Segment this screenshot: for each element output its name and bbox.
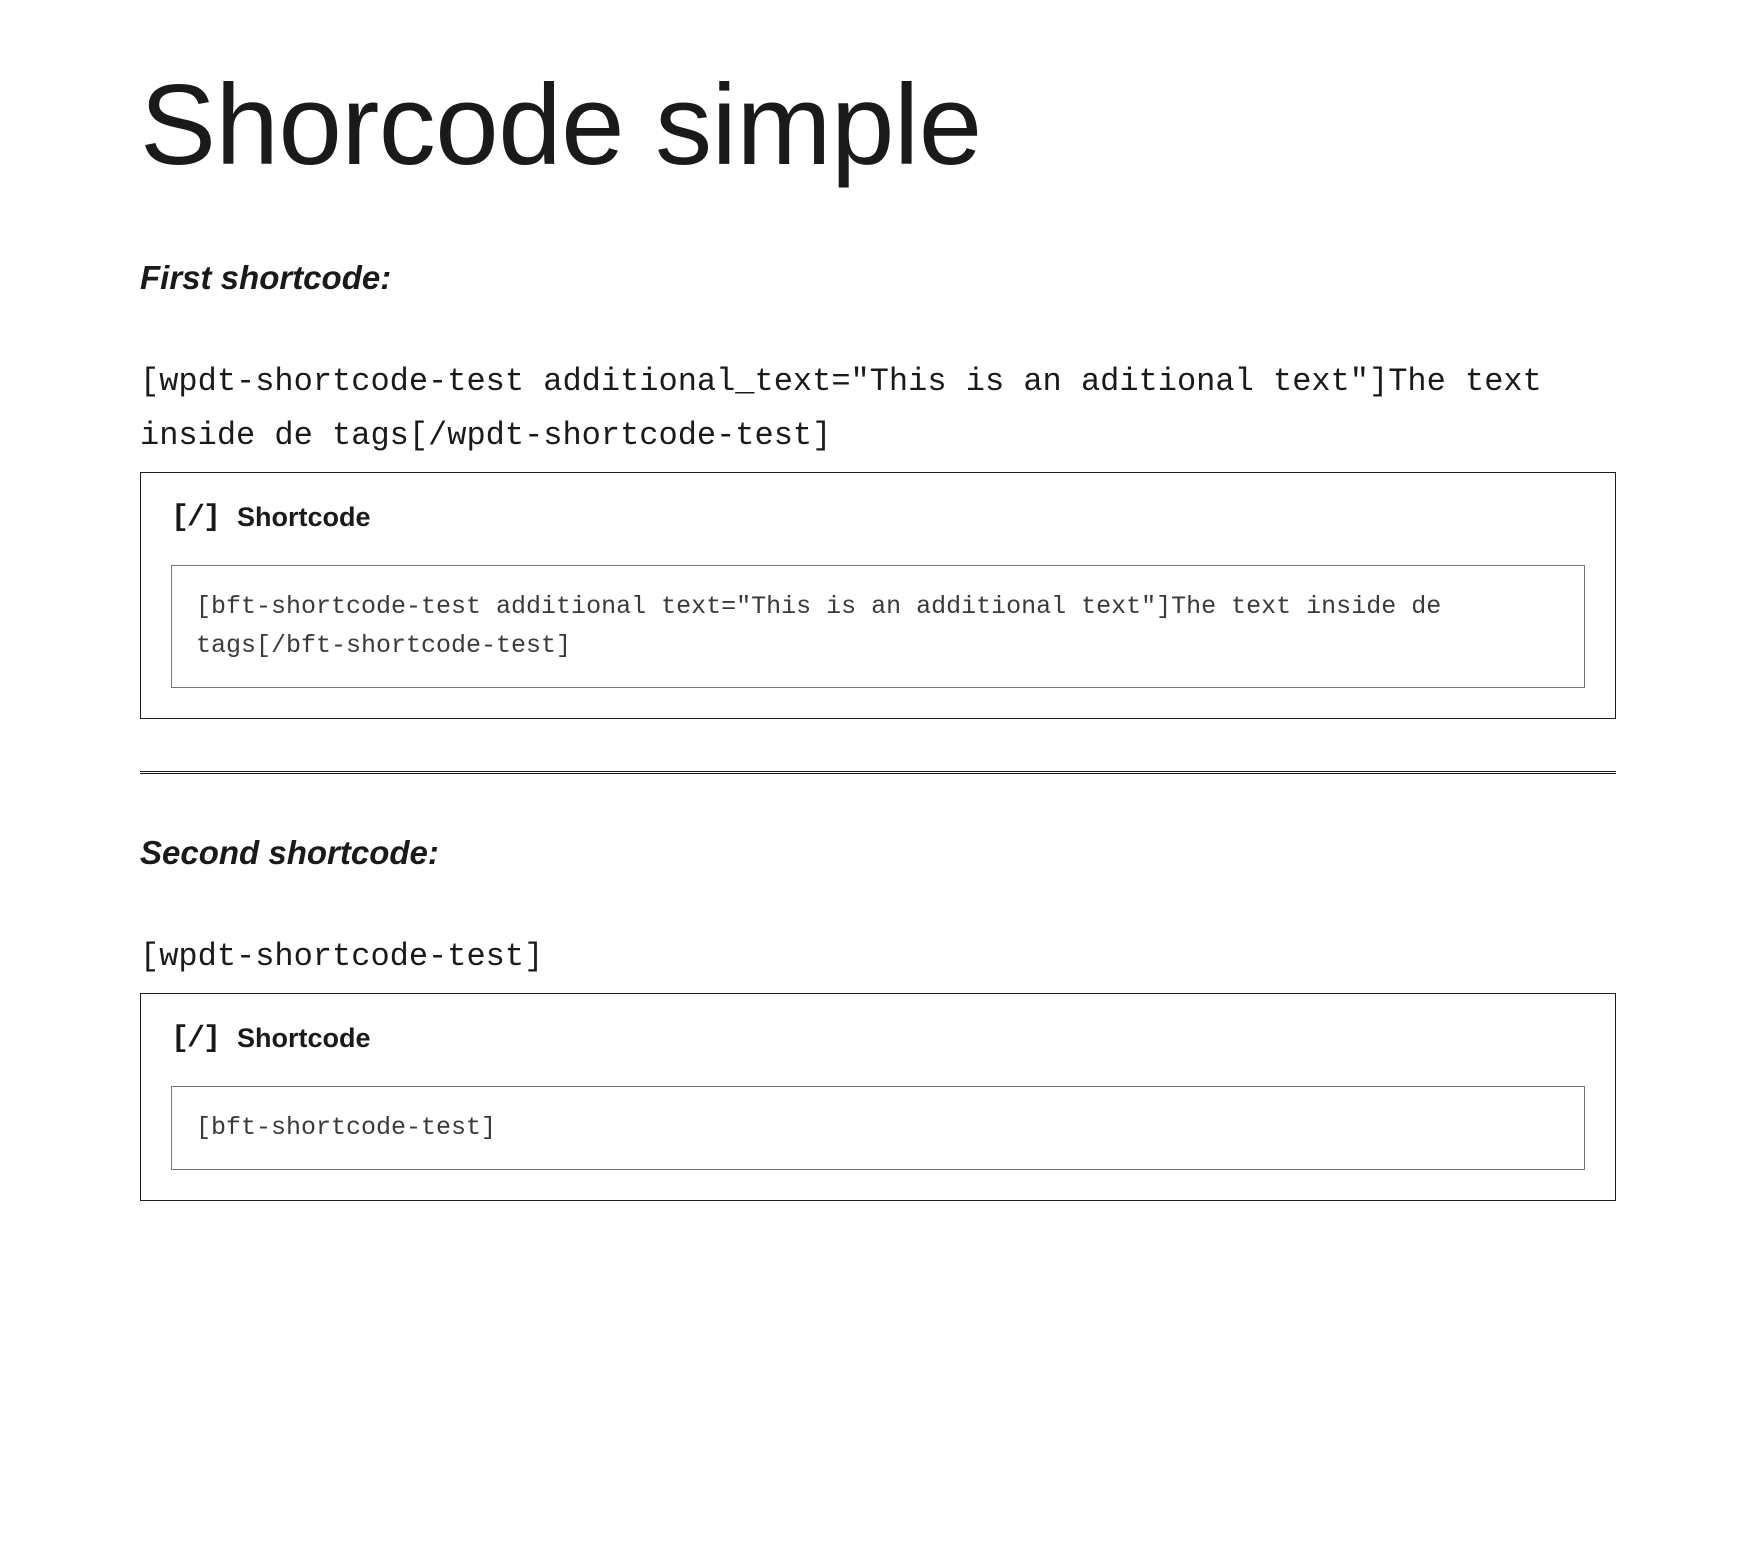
section-second-shortcode: Second shortcode: [wpdt-shortcode-test] … [140, 834, 1616, 1201]
shortcode-input-second[interactable]: [bft-shortcode-test] [171, 1086, 1585, 1171]
section-heading-second: Second shortcode: [140, 834, 1616, 872]
shortcode-block-first[interactable]: [/] Shortcode [bft-shortcode-test additi… [140, 472, 1616, 720]
outer-code-first: [wpdt-shortcode-test additional_text="Th… [140, 355, 1616, 464]
section-divider [140, 771, 1616, 774]
section-first-shortcode: First shortcode: [wpdt-shortcode-test ad… [140, 259, 1616, 719]
shortcode-icon: [/] [171, 1022, 219, 1056]
shortcode-input-first[interactable]: [bft-shortcode-test additional text="Thi… [171, 565, 1585, 689]
outer-code-second: [wpdt-shortcode-test] [140, 930, 1616, 984]
shortcode-icon: [/] [171, 501, 219, 535]
shortcode-block-header: [/] Shortcode [171, 1022, 1585, 1056]
page-title: Shorcode simple [140, 60, 1616, 191]
shortcode-block-label: Shortcode [237, 502, 371, 533]
section-heading-first: First shortcode: [140, 259, 1616, 297]
shortcode-block-label: Shortcode [237, 1023, 371, 1054]
shortcode-block-header: [/] Shortcode [171, 501, 1585, 535]
shortcode-block-second[interactable]: [/] Shortcode [bft-shortcode-test] [140, 993, 1616, 1202]
